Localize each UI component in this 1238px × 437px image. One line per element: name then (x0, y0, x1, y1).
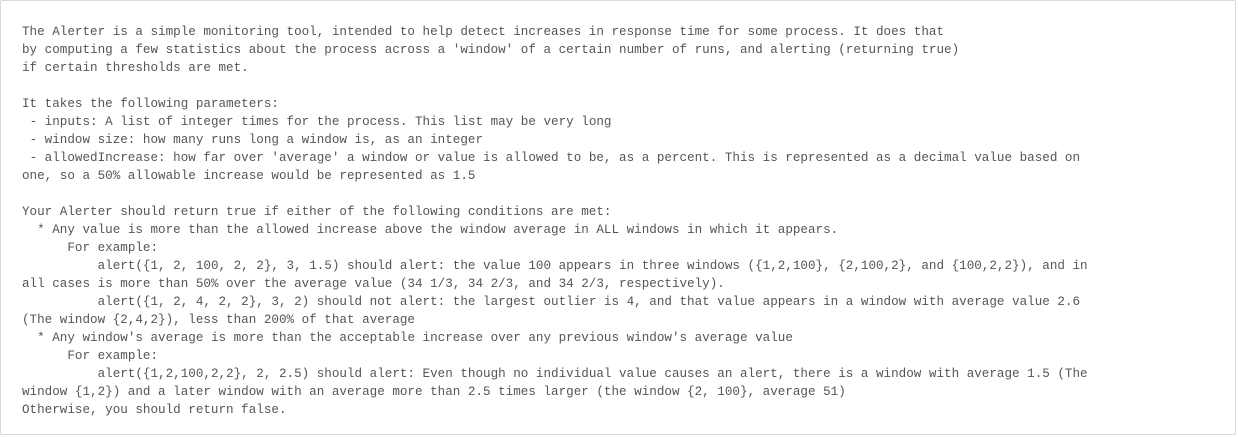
problem-description-panel: The Alerter is a simple monitoring tool,… (0, 0, 1236, 435)
text-line: For example: (22, 349, 159, 363)
text-line: if certain thresholds are met. (22, 61, 249, 75)
text-line: one, so a 50% allowable increase would b… (22, 169, 476, 183)
text-line: For example: (22, 241, 159, 255)
text-line: * Any window's average is more than the … (22, 331, 793, 345)
text-line: * Any value is more than the allowed inc… (22, 223, 839, 237)
text-line: - inputs: A list of integer times for th… (22, 115, 612, 129)
text-line: - window size: how many runs long a wind… (22, 133, 484, 147)
text-line: (The window {2,4,2}), less than 200% of … (22, 313, 415, 327)
text-line: window {1,2}) and a later window with an… (22, 385, 846, 399)
text-line: - allowedIncrease: how far over 'average… (22, 151, 1081, 165)
text-line: It takes the following parameters: (22, 97, 279, 111)
text-line: Your Alerter should return true if eithe… (22, 205, 612, 219)
problem-description-text: The Alerter is a simple monitoring tool,… (22, 23, 1218, 419)
text-line: alert({1, 2, 100, 2, 2}, 3, 1.5) should … (22, 259, 1088, 273)
text-line: Otherwise, you should return false. (22, 403, 287, 417)
text-line: The Alerter is a simple monitoring tool,… (22, 25, 945, 39)
text-line: alert({1, 2, 4, 2, 2}, 3, 2) should not … (22, 295, 1081, 309)
text-line: alert({1,2,100,2,2}, 2, 2.5) should aler… (22, 367, 1088, 381)
text-line: all cases is more than 50% over the aver… (22, 277, 725, 291)
text-line: by computing a few statistics about the … (22, 43, 960, 57)
